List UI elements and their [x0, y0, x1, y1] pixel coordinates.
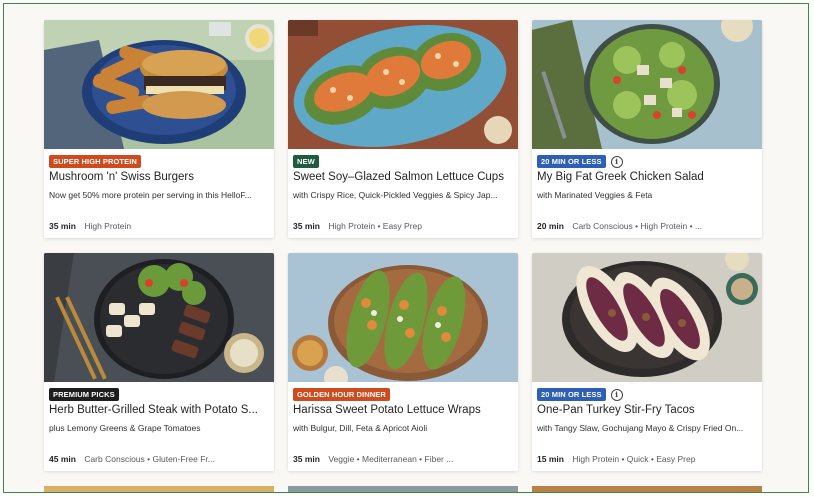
recipe-meta: 35 min High Protein [49, 221, 271, 231]
badge-20-min-or-less: 20 MIN OR LESS [537, 388, 606, 401]
recipe-title[interactable]: Herb Butter-Grilled Steak with Potato S.… [49, 404, 271, 416]
badge-row: SUPER HIGH PROTEIN [49, 155, 141, 168]
recipe-title[interactable]: Harissa Sweet Potato Lettuce Wraps [293, 404, 515, 416]
recipe-meta: 35 min Veggie • Mediterranean • Fiber ..… [293, 454, 515, 464]
cook-time: 35 min [293, 221, 320, 231]
badge-row: PREMIUM PICKS [49, 388, 119, 401]
recipe-tags: Carb Conscious • High Protein • ... [572, 221, 703, 231]
badge-row: 20 MIN OR LESS i [537, 155, 623, 168]
recipe-card-turkey-stir-fry-tacos[interactable]: 20 MIN OR LESS i One-Pan Turkey Stir-Fry… [532, 253, 762, 471]
badge-20-min-or-less: 20 MIN OR LESS [537, 155, 606, 168]
recipe-card-salmon-lettuce-cups[interactable]: NEW Sweet Soy–Glazed Salmon Lettuce Cups… [288, 20, 518, 238]
recipe-meta: 15 min High Protein • Quick • Easy Prep [537, 454, 759, 464]
info-icon[interactable]: i [610, 388, 623, 401]
next-row-photo-peek [288, 486, 518, 492]
info-icon[interactable]: i [610, 155, 623, 168]
recipe-photo-burger [44, 20, 274, 149]
badge-new: NEW [293, 155, 319, 168]
recipe-subtitle: plus Lemony Greens & Grape Tomatoes [49, 423, 201, 433]
recipe-subtitle: with Crispy Rice, Quick-Pickled Veggies … [293, 190, 498, 200]
recipe-tags: High Protein • Easy Prep [328, 221, 422, 231]
recipe-title[interactable]: My Big Fat Greek Chicken Salad [537, 171, 759, 183]
recipe-title[interactable]: One-Pan Turkey Stir-Fry Tacos [537, 404, 759, 416]
badge-golden-hour-dinner: GOLDEN HOUR DINNER [293, 388, 390, 401]
badge-super-high-protein: SUPER HIGH PROTEIN [49, 155, 141, 168]
recipe-photo-salmon-cups [288, 20, 518, 149]
recipe-meta: 35 min High Protein • Easy Prep [293, 221, 515, 231]
badge-row: NEW [293, 155, 319, 168]
recipe-title[interactable]: Sweet Soy–Glazed Salmon Lettuce Cups [293, 171, 515, 183]
recipe-title[interactable]: Mushroom 'n' Swiss Burgers [49, 171, 271, 183]
recipe-subtitle: with Tangy Slaw, Gochujang Mayo & Crispy… [537, 423, 744, 433]
next-row-photo-peek [532, 486, 762, 492]
recipe-subtitle: Now get 50% more protein per serving in … [49, 190, 252, 200]
cook-time: 35 min [49, 221, 76, 231]
recipe-photo-lettuce-wraps [288, 253, 518, 382]
recipe-card-harissa-lettuce-wraps[interactable]: GOLDEN HOUR DINNER Harissa Sweet Potato … [288, 253, 518, 471]
badge-row: 20 MIN OR LESS i [537, 388, 623, 401]
recipe-card-herb-butter-steak[interactable]: PREMIUM PICKS Herb Butter-Grilled Steak … [44, 253, 274, 471]
recipe-subtitle: with Bulgur, Dill, Feta & Apricot Aioli [293, 423, 428, 433]
recipe-photo-steak [44, 253, 274, 382]
recipe-photo-greek-salad [532, 20, 762, 149]
recipe-tags: High Protein • Quick • Easy Prep [572, 454, 696, 464]
badge-premium-picks: PREMIUM PICKS [49, 388, 119, 401]
recipe-meta: 45 min Carb Conscious • Gluten-Free Fr..… [49, 454, 271, 464]
recipe-card-mushroom-swiss-burgers[interactable]: SUPER HIGH PROTEIN Mushroom 'n' Swiss Bu… [44, 20, 274, 238]
cook-time: 20 min [537, 221, 564, 231]
recipe-meta: 20 min Carb Conscious • High Protein • .… [537, 221, 759, 231]
recipe-tags: High Protein [84, 221, 132, 231]
recipe-grid: SUPER HIGH PROTEIN Mushroom 'n' Swiss Bu… [3, 3, 809, 493]
recipe-tags: Carb Conscious • Gluten-Free Fr... [84, 454, 215, 464]
recipe-subtitle: with Marinated Veggies & Feta [537, 190, 653, 200]
cook-time: 35 min [293, 454, 320, 464]
cook-time: 45 min [49, 454, 76, 464]
badge-row: GOLDEN HOUR DINNER [293, 388, 390, 401]
recipe-card-greek-chicken-salad[interactable]: 20 MIN OR LESS i My Big Fat Greek Chicke… [532, 20, 762, 238]
recipe-photo-tacos [532, 253, 762, 382]
recipe-tags: Veggie • Mediterranean • Fiber ... [328, 454, 454, 464]
next-row-photo-peek [44, 486, 274, 492]
cook-time: 15 min [537, 454, 564, 464]
